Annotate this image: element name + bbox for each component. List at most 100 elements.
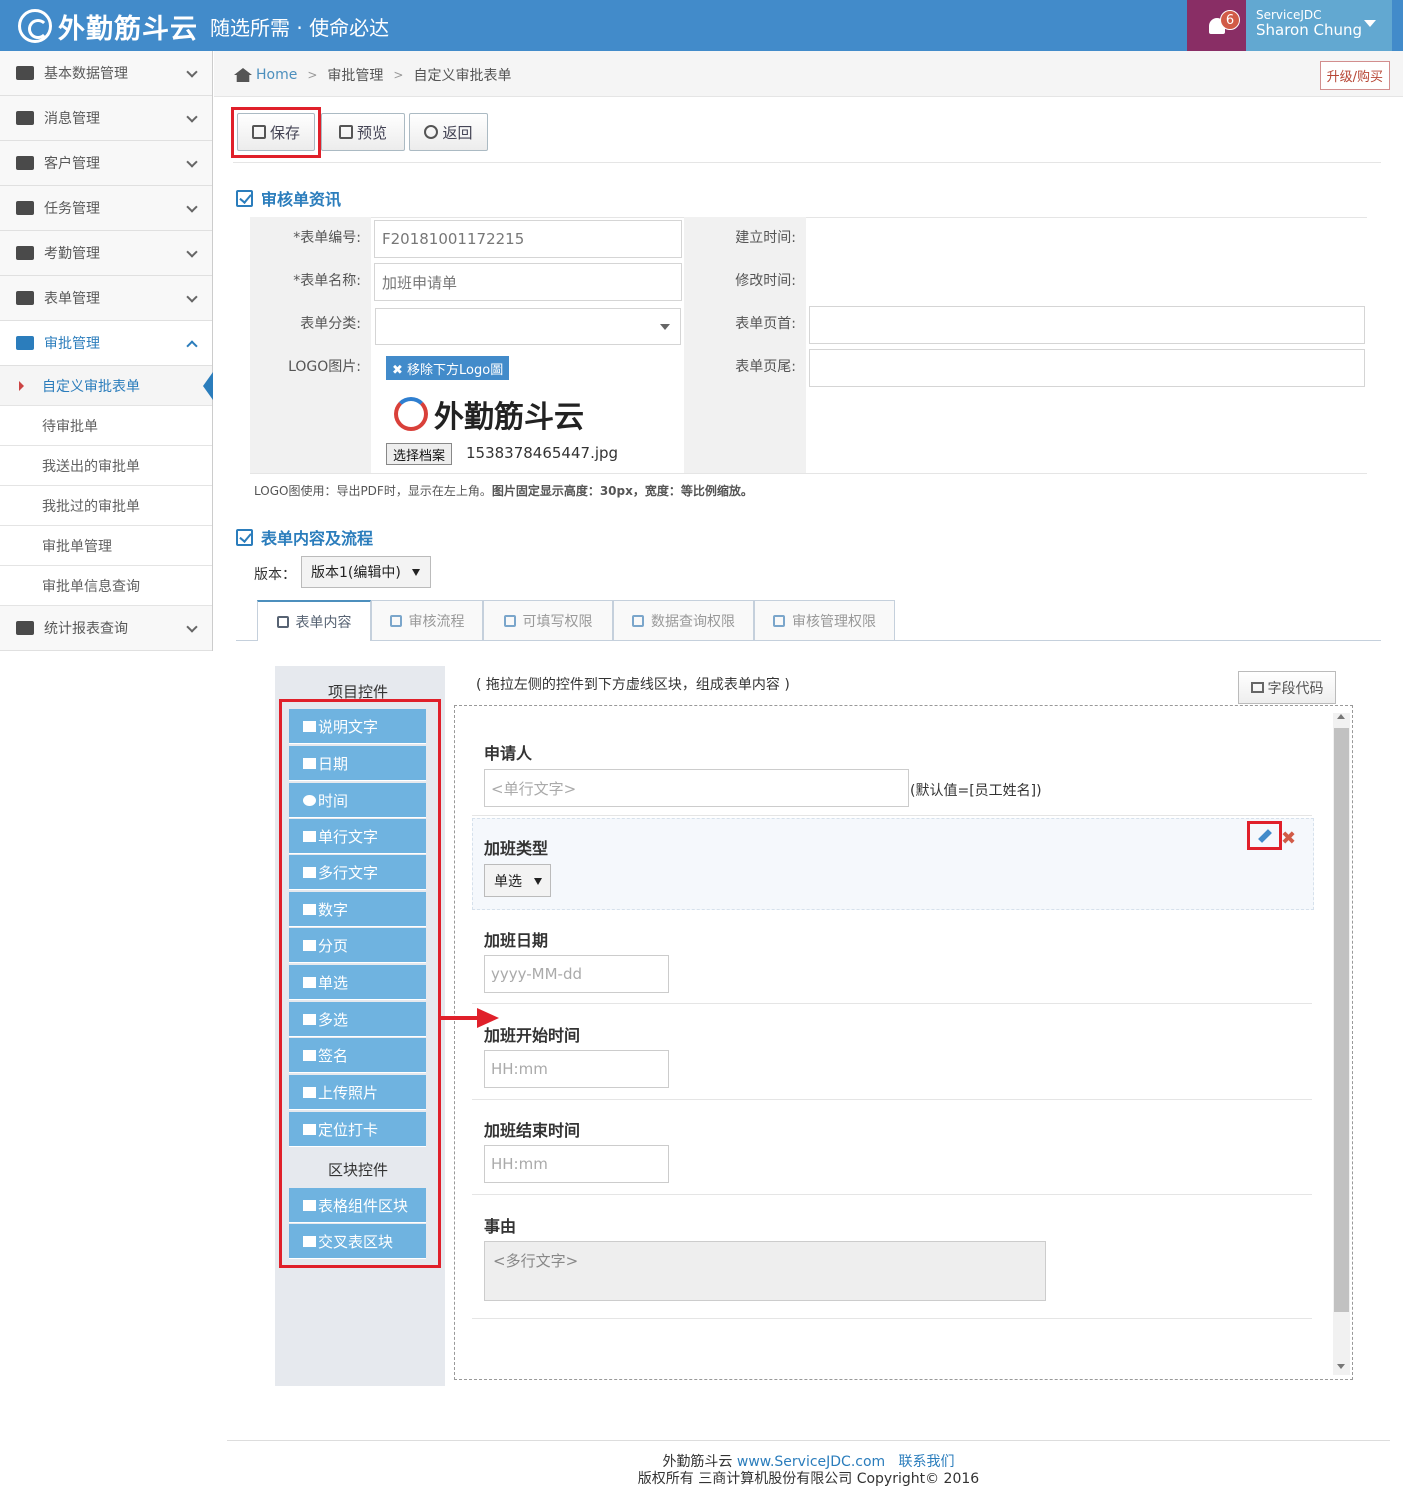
highlight-box [279, 699, 441, 1268]
tab-manage-permission[interactable]: 审核管理权限 [754, 600, 895, 640]
sidebar-item-customers[interactable]: 客户管理 [0, 141, 212, 186]
section-title-text: 审核单资讯 [261, 190, 342, 209]
notification-button[interactable]: 6 [1187, 0, 1246, 51]
sidebar-subitem-manage[interactable]: 审批单管理 [0, 526, 212, 566]
brand-logo-icon [394, 397, 428, 431]
field-applicant-input[interactable]: <单行文字> [484, 769, 909, 807]
field-separator [472, 1099, 1312, 1100]
chevron-down-icon [186, 201, 198, 213]
sidebar-subitem-custom-form[interactable]: 自定义审批表单 [0, 366, 213, 406]
sidebar-subitem-sent[interactable]: 我送出的审批单 [0, 446, 212, 486]
rss-icon [503, 614, 516, 627]
user-name: Sharon Chung [1256, 21, 1363, 39]
chevron-down-icon [186, 246, 198, 258]
scroll-down-icon[interactable] [1337, 1364, 1345, 1369]
breadcrumb-home[interactable]: Home [256, 67, 297, 83]
sidebar-item-label: 基本数据管理 [44, 66, 128, 82]
field-code-button[interactable]: 字段代码 [1238, 671, 1336, 704]
header-input[interactable] [809, 306, 1365, 344]
field-type-select[interactable]: 单选 [484, 864, 551, 897]
sidebar-item-reports[interactable]: 统计报表查询 [0, 606, 212, 651]
sidebar-item-forms[interactable]: 表单管理 [0, 276, 212, 321]
category-label: 表单分类: [250, 303, 371, 346]
field-reason-textarea[interactable]: <多行文字> [484, 1241, 1046, 1301]
drag-arrow [441, 1016, 479, 1020]
rss-icon [632, 614, 644, 627]
file-icon [276, 615, 289, 628]
table-icon [16, 621, 34, 635]
remove-logo-button[interactable]: ✖ 移除下方Logo圖 [386, 356, 510, 380]
tab-label: 表单内容 [295, 614, 352, 631]
chevron-down-icon [186, 66, 198, 78]
category-select[interactable] [375, 308, 681, 345]
brand[interactable]: 外勤筋斗云 随选所需 · 使命必达 [18, 8, 389, 45]
tab-bar: 表单内容 审核流程 可填写权限 数据查询权限 审核管理权限 [236, 600, 1381, 641]
field-type-select-value: 单选 [494, 873, 522, 890]
edit-icon [16, 246, 34, 260]
breadcrumb-level1: 审批管理 [327, 68, 384, 84]
list-icon [1250, 682, 1264, 693]
field-date-input[interactable]: yyyy-MM-dd [484, 955, 669, 993]
tab-approval-flow[interactable]: 审核流程 [371, 600, 483, 640]
chevron-down-icon [186, 111, 198, 123]
field-applicant-default: (默认值=[员工姓名]) [910, 783, 1042, 799]
divider [233, 162, 1381, 163]
version-value: 版本1(编辑中) [311, 565, 401, 581]
chevron-down-icon [186, 291, 198, 303]
sidebar-item-approval[interactable]: 审批管理 [0, 321, 212, 366]
caret-down-icon [1364, 20, 1376, 27]
upgrade-button[interactable]: 升级/购买 [1319, 61, 1390, 90]
back-button[interactable]: 返回 [409, 113, 488, 151]
field-end-label: 加班结束时间 [484, 1121, 581, 1140]
preview-button[interactable]: 预览 [321, 113, 405, 151]
tab-label: 数据查询权限 [651, 613, 735, 630]
form-name-label: *表单名称: [250, 260, 371, 303]
divider [250, 217, 1367, 218]
user-menu[interactable]: ServiceJDC Sharon Chung [1246, 0, 1392, 51]
sidebar-item-attendance[interactable]: 考勤管理 [0, 231, 212, 276]
list-icon [16, 66, 34, 80]
tab-fill-permission[interactable]: 可填写权限 [483, 600, 613, 640]
field-applicant-label: 申请人 [484, 744, 533, 763]
caret-down-icon [534, 878, 542, 885]
field-code-label: 字段代码 [1267, 680, 1324, 697]
scrollbar-thumb[interactable] [1334, 728, 1349, 1312]
undo-icon [424, 125, 439, 139]
file-text-icon [16, 336, 34, 350]
tab-label: 可填写权限 [522, 613, 593, 630]
section-title-text: 表单内容及流程 [261, 529, 374, 548]
footer-input[interactable] [809, 349, 1365, 387]
field-overtime-type[interactable] [472, 818, 1314, 910]
field-end-input[interactable]: HH:mm [484, 1145, 669, 1183]
field-separator [472, 1194, 1312, 1195]
sidebar-subitem-pending[interactable]: 待审批单 [0, 406, 212, 446]
sidebar-item-messages[interactable]: 消息管理 [0, 96, 212, 141]
delete-icon[interactable]: ✖ [1281, 828, 1296, 849]
sidebar-item-tasks[interactable]: 任务管理 [0, 186, 212, 231]
caret-down-icon [412, 569, 420, 576]
scroll-up-icon[interactable] [1337, 714, 1345, 719]
caret-down-icon [660, 324, 670, 330]
section-title-info: 审核单资讯 [236, 186, 341, 210]
sidebar-subitem-query[interactable]: 审批单信息查询 [0, 566, 212, 606]
tab-form-content[interactable]: 表单内容 [257, 600, 371, 641]
sidebar-subitem-approved[interactable]: 我批过的审批单 [0, 486, 212, 526]
logo-hint: LOGO图使用：导出PDF时，显示在左上角。图片固定显示高度：30px，宽度：等… [254, 482, 753, 499]
choose-file-button[interactable]: 选择档案 [386, 443, 453, 465]
version-label: 版本： [254, 567, 296, 583]
logo-hint-bold: 图片固定显示高度：30px，宽度：等比例缩放。 [491, 484, 753, 498]
logo-hint-prefix: LOGO图使用：导出PDF时，显示在左上角。 [254, 484, 492, 498]
field-start-input[interactable]: HH:mm [484, 1050, 669, 1088]
form-no-input[interactable]: F20181001172215 [374, 220, 682, 258]
sidebar-item-label: 消息管理 [44, 111, 100, 127]
sidebar-item-label: 审批管理 [44, 336, 100, 352]
tab-query-permission[interactable]: 数据查询权限 [613, 600, 754, 640]
notification-badge: 6 [1220, 10, 1240, 30]
field-reason-label: 事由 [484, 1217, 517, 1236]
version-select[interactable]: 版本1(编辑中) [301, 556, 431, 588]
tasks-icon [16, 201, 34, 215]
sidebar-item-basic-data[interactable]: 基本数据管理 [0, 51, 212, 96]
breadcrumb: Home > 审批管理 > 自定义审批表单 [234, 65, 511, 85]
form-name-input[interactable]: 加班申请单 [374, 263, 682, 301]
tab-label: 审核管理权限 [792, 613, 876, 630]
